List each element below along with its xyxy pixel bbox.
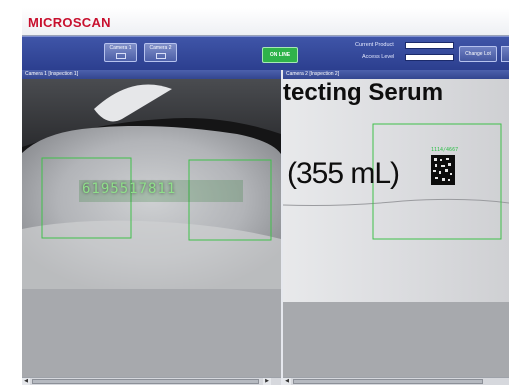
decoded-digits: 6195517811 xyxy=(82,181,177,197)
toolbar: Camera 1 Camera 2 ON LINE Current Produc… xyxy=(22,36,509,70)
camera-1-panel-title: Camera 1 [Inspection 1] xyxy=(22,70,281,79)
camera-1-image-render xyxy=(22,79,281,376)
current-product-label: Current Product xyxy=(355,42,394,48)
code-readout: 1114/4667 xyxy=(431,147,459,153)
camera-2-icon xyxy=(156,53,166,59)
scroll-left-icon[interactable]: ◀ xyxy=(283,378,291,385)
scroll-left-icon[interactable]: ◀ xyxy=(22,378,30,385)
camera-2-image-render xyxy=(283,79,509,376)
access-level-label: Access Level xyxy=(362,54,395,60)
camera-2-panel-title: Camera 2 [Inspection 2] xyxy=(283,70,509,79)
camera-1-panel: Camera 1 [Inspection 1] 6195517811 ◀ ▶ xyxy=(22,70,281,385)
access-level-field[interactable] xyxy=(405,54,454,61)
camera-1-image: 6195517811 xyxy=(22,79,281,376)
camera-2-scrollbar[interactable]: ◀ xyxy=(283,377,509,385)
online-status-button[interactable]: ON LINE xyxy=(262,47,298,63)
label-text-top: tecting Serum xyxy=(283,79,444,106)
current-product-field[interactable] xyxy=(405,42,454,49)
label-text-volume: (355 mL) xyxy=(287,157,400,190)
camera-2-panel: Camera 2 [Inspection 2] tecting Serum (3… xyxy=(283,70,509,385)
change-lot-button[interactable]: Change Lot xyxy=(459,46,497,62)
camera-2-image: tecting Serum (355 mL) 1114/4667 xyxy=(283,79,509,376)
camera-1-label: Camera 1 xyxy=(109,45,132,51)
camera-2-button[interactable]: Camera 2 xyxy=(144,43,177,62)
camera-1-scrollbar[interactable]: ◀ ▶ xyxy=(22,377,281,385)
toolbar-more-button[interactable] xyxy=(501,46,509,62)
header: MICROSCAN xyxy=(22,8,509,36)
scroll-right-icon[interactable]: ▶ xyxy=(263,378,271,385)
brand-logo: MICROSCAN xyxy=(28,15,111,30)
camera-1-scroll-thumb[interactable] xyxy=(32,379,259,384)
camera-2-label: Camera 2 xyxy=(149,45,172,51)
app-window: MICROSCAN Camera 1 Camera 2 ON LINE Curr… xyxy=(22,8,509,385)
datamatrix-code xyxy=(431,155,455,185)
camera-2-scroll-thumb[interactable] xyxy=(293,379,483,384)
camera-1-icon xyxy=(116,53,126,59)
camera-1-button[interactable]: Camera 1 xyxy=(104,43,137,62)
